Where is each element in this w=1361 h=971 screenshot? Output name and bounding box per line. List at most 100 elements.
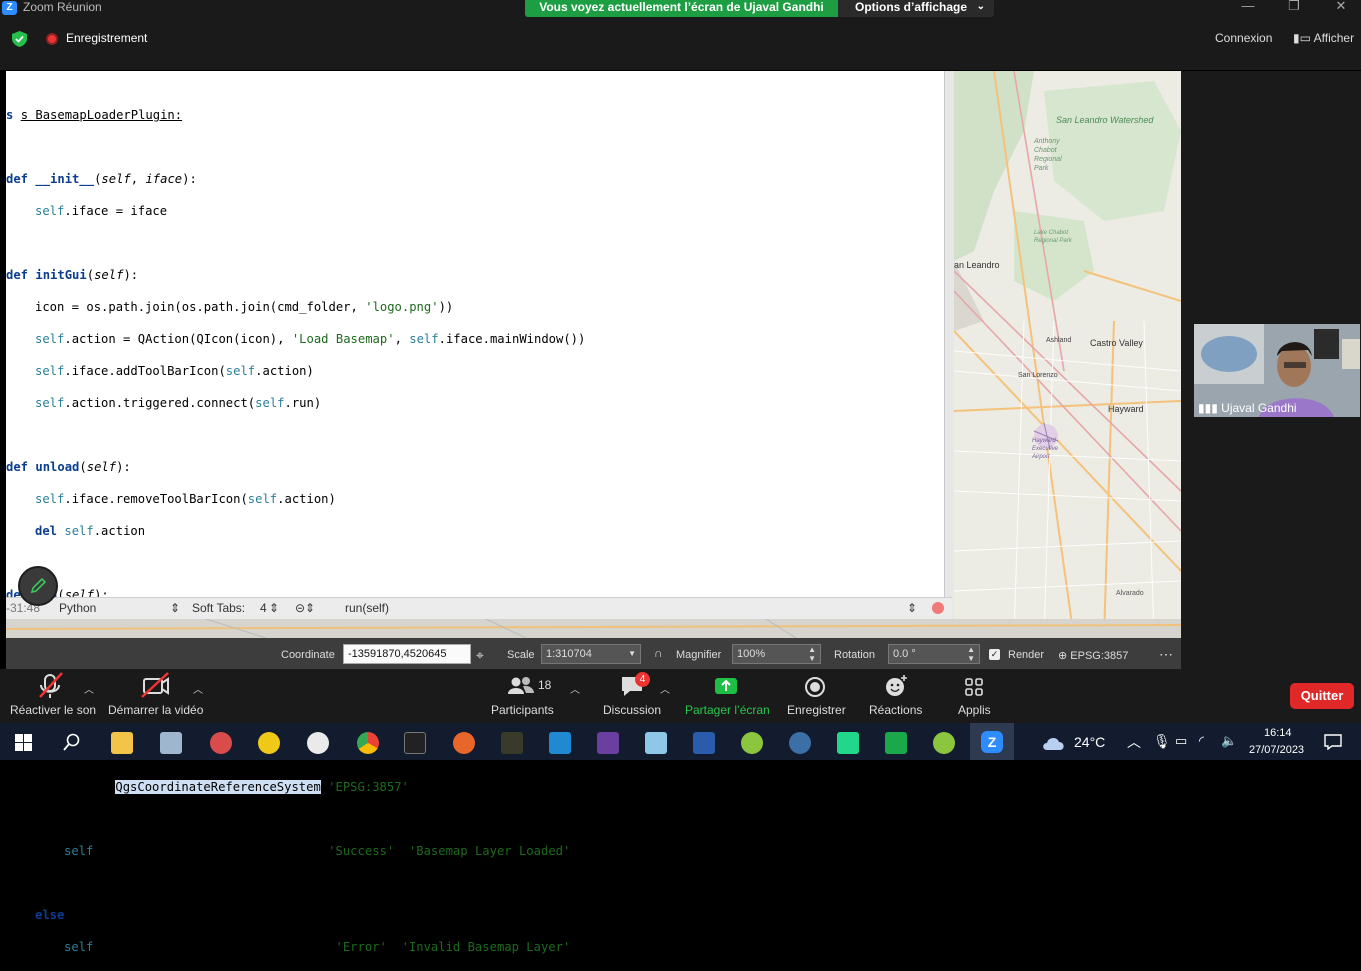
- word-icon[interactable]: [693, 732, 715, 754]
- render-checkbox[interactable]: ✓: [989, 649, 1000, 660]
- crs-button[interactable]: ⊕ EPSG:3857: [1058, 649, 1128, 662]
- view-options-label: Options d’affichage: [855, 0, 968, 14]
- scale-field[interactable]: 1:310704 ▼: [541, 644, 641, 664]
- settings-icon[interactable]: ⊝⇕: [295, 601, 315, 615]
- weather-temperature[interactable]: 24°C: [1074, 734, 1105, 750]
- paint-icon[interactable]: [210, 732, 232, 754]
- cyberduck-icon[interactable]: [258, 732, 280, 754]
- mic-muted-icon: [39, 672, 63, 698]
- unmute-button[interactable]: Réactiver le son: [10, 669, 96, 717]
- tab-size-value[interactable]: 4: [260, 601, 267, 615]
- zoom-taskbar-button[interactable]: Z: [970, 723, 1014, 760]
- notifications-icon[interactable]: [1324, 734, 1342, 750]
- rotation-field[interactable]: 0.0 ° ▲ ▼: [888, 644, 980, 664]
- messages-icon[interactable]: ⋯: [1159, 646, 1173, 663]
- editor-scrollbar[interactable]: [944, 71, 954, 619]
- inkscape-icon[interactable]: [501, 732, 523, 754]
- notepad-icon[interactable]: [645, 732, 667, 754]
- window-title: Zoom Réunion: [23, 0, 102, 14]
- code-content[interactable]: s s BasemapLoaderPlugin: def __init__(se…: [6, 91, 585, 971]
- minimize-icon[interactable]: —: [1225, 0, 1271, 17]
- function-scope[interactable]: run(self): [345, 601, 389, 615]
- search-icon[interactable]: [63, 733, 81, 751]
- zoom-logo-icon: Z: [2, 1, 17, 15]
- apps-button[interactable]: Applis: [952, 669, 996, 717]
- snipping-tool-icon[interactable]: [160, 732, 182, 754]
- firefox-icon[interactable]: [453, 732, 475, 754]
- tray-chevron-icon[interactable]: ︿: [1127, 732, 1141, 752]
- chrome-icon[interactable]: [357, 732, 379, 754]
- postgresql-icon[interactable]: [789, 732, 811, 754]
- code-line: QgsProject.instance().setCrs(crs): [64, 812, 307, 826]
- code-line: self.iface.messageBar().pushCritical('Er…: [64, 940, 578, 954]
- map-label: Lake Chabot Regional Park: [1034, 230, 1072, 244]
- map-label: Anthony Chabot Regional Park: [1034, 138, 1062, 172]
- coordinate-label: Coordinate: [281, 649, 335, 661]
- map-canvas-strip[interactable]: [6, 619, 1181, 638]
- scale-value: 1:310704: [546, 648, 592, 660]
- participants-label: Participants: [491, 703, 554, 717]
- lock-scale-icon[interactable]: ∩: [654, 646, 663, 660]
- share-screen-icon: [715, 678, 737, 694]
- chevron-down-icon: ▼: [628, 649, 636, 658]
- language-chevron-icon[interactable]: ⇕: [170, 601, 180, 615]
- close-icon[interactable]: ✕: [1318, 0, 1361, 17]
- pycharm-icon[interactable]: [837, 732, 859, 754]
- terminal-icon[interactable]: [404, 732, 426, 754]
- magnifier-field[interactable]: 100% ▲ ▼: [732, 644, 821, 664]
- qgis-icon[interactable]: [741, 732, 763, 754]
- map-label: Castro Valley: [1090, 338, 1143, 348]
- soft-tabs-label[interactable]: Soft Tabs:: [192, 601, 245, 615]
- code-line: crs = QgsCoordinateReferenceSystem('EPSG…: [64, 780, 417, 794]
- git-icon[interactable]: [597, 732, 619, 754]
- mouse-pointer-icon[interactable]: ⌖: [476, 647, 484, 664]
- code-line: def initGui(self):: [6, 268, 139, 282]
- file-explorer-icon[interactable]: [111, 732, 133, 754]
- cloud-weather-icon[interactable]: [1041, 735, 1067, 751]
- microphone-icon[interactable]: 🎙: [1153, 733, 1171, 750]
- clock-app-icon[interactable]: [307, 732, 329, 754]
- annotate-button[interactable]: [18, 566, 58, 606]
- volume-icon[interactable]: 🔈: [1221, 733, 1237, 749]
- map-canvas[interactable]: San Leandro Watershed Anthony Chabot Reg…: [954, 71, 1181, 638]
- windows-start-icon[interactable]: [15, 734, 32, 751]
- spinner-icon: ▲ ▼: [808, 645, 816, 663]
- qgis-second-icon[interactable]: [933, 732, 955, 754]
- wifi-icon[interactable]: ◜: [1199, 733, 1204, 749]
- chat-button[interactable]: Discussion: [600, 669, 664, 717]
- quit-button[interactable]: Quitter: [1290, 683, 1354, 709]
- map-label: San Lorenzo: [1018, 372, 1058, 379]
- apps-icon: [965, 678, 983, 696]
- record-button[interactable]: Enregistrer: [786, 669, 846, 717]
- scope-chevron-icon[interactable]: ⇕: [907, 601, 917, 615]
- connect-button[interactable]: Connexion: [1215, 31, 1272, 45]
- chat-label: Discussion: [603, 703, 662, 717]
- maximize-icon[interactable]: ❐: [1271, 0, 1317, 17]
- view-options-button[interactable]: Options d’affichage ⌄: [838, 0, 994, 17]
- coordinate-field[interactable]: -13591870,4520645: [343, 644, 471, 664]
- chat-chevron-icon[interactable]: ︿: [660, 681, 670, 696]
- map-label: San Leandro Watershed: [1056, 115, 1154, 125]
- app-d-icon[interactable]: [885, 732, 907, 754]
- audio-options-chevron-icon[interactable]: ︿: [84, 681, 94, 696]
- basemap-strip-drawing: [6, 619, 1181, 638]
- participant-name-label: Ujaval Gandhi: [1221, 401, 1297, 415]
- tab-size-chevron-icon[interactable]: ⇕: [269, 601, 279, 615]
- battery-icon[interactable]: ▭: [1175, 733, 1187, 749]
- vscode-icon[interactable]: [549, 732, 571, 754]
- security-shield-icon[interactable]: [12, 31, 27, 47]
- map-label: Alvarado: [1116, 590, 1144, 597]
- signal-icon: ▮▮▮: [1198, 401, 1222, 415]
- participants-chevron-icon[interactable]: ︿: [570, 681, 580, 696]
- clock-date[interactable]: 27/07/2023: [1249, 744, 1304, 756]
- video-options-chevron-icon[interactable]: ︿: [193, 681, 203, 696]
- start-video-button[interactable]: Démarrer la vidéo: [108, 669, 203, 717]
- view-button[interactable]: ▮▭ Afficher: [1293, 31, 1354, 45]
- code-line: def unload(self):: [6, 460, 131, 474]
- clock-time[interactable]: 16:14: [1264, 727, 1292, 739]
- language-selector[interactable]: Python: [59, 601, 96, 615]
- reactions-button[interactable]: Réactions: [868, 669, 924, 717]
- apps-label: Applis: [958, 703, 991, 717]
- map-label: Hayward: [1108, 404, 1144, 414]
- share-screen-button[interactable]: Partager l’écran: [684, 669, 770, 717]
